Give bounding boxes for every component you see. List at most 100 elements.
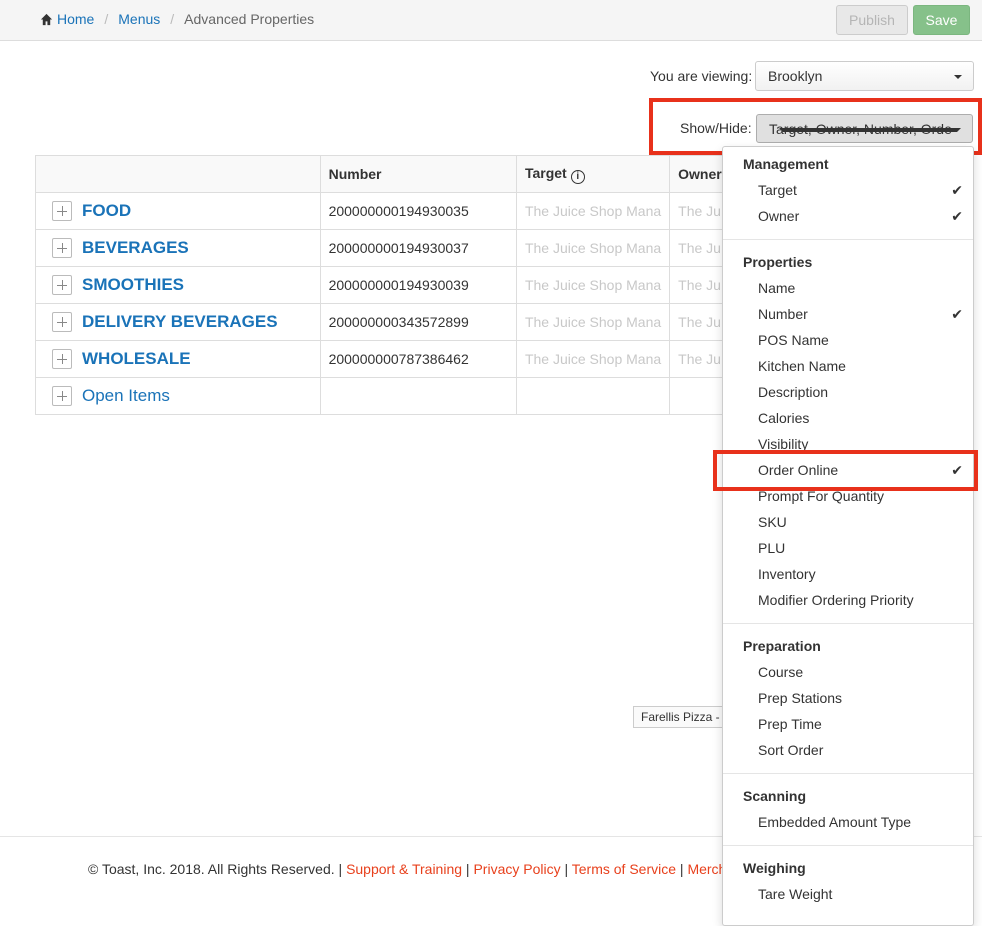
group-name-link[interactable]: WHOLESALE: [82, 349, 191, 368]
group-cell: BEVERAGES: [35, 229, 321, 267]
target-cell: The Juice Shop Mana: [515, 229, 671, 267]
group-name-link[interactable]: Open Items: [82, 386, 170, 405]
number-cell: [319, 377, 517, 415]
column-header-name: [35, 155, 321, 193]
breadcrumb-separator: /: [170, 11, 175, 27]
table-row: WHOLESALE 200000000787386462 The Juice S…: [35, 340, 735, 378]
breadcrumb: Home / Menus / Advanced Properties: [40, 11, 314, 27]
checkmark-icon: ✔: [951, 208, 963, 224]
showhide-dropdown-menu: Management Target ✔ Owner ✔ Properties Nam…: [722, 146, 974, 926]
dropdown-item-kitchen-name[interactable]: Kitchen Name: [758, 358, 963, 374]
group-name-link[interactable]: DELIVERY BEVERAGES: [82, 312, 278, 331]
number-cell: 200000000343572899: [319, 303, 517, 341]
expand-plus-icon[interactable]: [52, 349, 72, 369]
target-cell: The Juice Shop Mana: [515, 303, 671, 341]
merchant-link[interactable]: Merch: [687, 861, 726, 877]
group-cell: SMOOTHIES: [35, 266, 321, 304]
table-row: BEVERAGES 200000000194930037 The Juice S…: [35, 229, 735, 267]
footer-separator: |: [338, 861, 343, 877]
group-cell: FOOD: [35, 192, 321, 230]
checkmark-icon: ✔: [951, 306, 963, 322]
dropdown-item-owner[interactable]: Owner ✔: [758, 208, 963, 224]
dropdown-divider: [723, 773, 973, 774]
privacy-link[interactable]: Privacy Policy: [473, 861, 560, 877]
dropdown-header-properties: Properties: [743, 254, 813, 270]
order-online-highlight-box: [713, 450, 978, 491]
dropdown-item-embedded-amount[interactable]: Embedded Amount Type: [758, 814, 963, 830]
dropdown-item-inventory[interactable]: Inventory: [758, 566, 963, 582]
expand-plus-icon[interactable]: [52, 312, 72, 332]
dropdown-item-description[interactable]: Description: [758, 384, 963, 400]
footer: © Toast, Inc. 2018. All Rights Reserved.…: [88, 861, 726, 877]
dropdown-item-prep-time[interactable]: Prep Time: [758, 716, 963, 732]
viewing-label: You are viewing:: [650, 68, 753, 84]
copyright-text: © Toast, Inc. 2018. All Rights Reserved.: [88, 861, 335, 877]
target-cell: [515, 377, 671, 415]
dropdown-header-scanning: Scanning: [743, 788, 807, 804]
target-cell: The Juice Shop Mana: [515, 340, 671, 378]
dropdown-header-preparation: Preparation: [743, 638, 821, 654]
dropdown-item-course[interactable]: Course: [758, 664, 963, 680]
caret-down-icon: [779, 128, 961, 132]
publish-button[interactable]: Publish: [836, 5, 908, 35]
dropdown-item-plu[interactable]: PLU: [758, 540, 963, 556]
checkmark-icon: ✔: [951, 182, 963, 198]
footer-separator: |: [465, 861, 470, 877]
dropdown-item-number[interactable]: Number ✔: [758, 306, 963, 322]
expand-plus-icon[interactable]: [52, 201, 72, 221]
footer-separator: |: [679, 861, 684, 877]
breadcrumb-current: Advanced Properties: [184, 11, 315, 27]
table-row: SMOOTHIES 200000000194930039 The Juice S…: [35, 266, 735, 304]
menu-groups-table: Number Target i Owner FOOD 20000000019493…: [35, 155, 735, 415]
expand-plus-icon[interactable]: [52, 275, 72, 295]
dropdown-item-tare-weight[interactable]: Tare Weight: [758, 886, 963, 902]
table-row: Open Items: [35, 377, 735, 415]
showhide-dropdown-button[interactable]: Target, Owner, Number, Order Online: [756, 114, 973, 143]
group-name-link[interactable]: FOOD: [82, 201, 131, 220]
location-select[interactable]: Brooklyn: [755, 61, 974, 91]
dropdown-item-sku[interactable]: SKU: [758, 514, 963, 530]
expand-plus-icon[interactable]: [52, 386, 72, 406]
terms-link[interactable]: Terms of Service: [572, 861, 676, 877]
breadcrumb-menus[interactable]: Menus: [118, 11, 160, 27]
dropdown-item-label: Owner: [758, 208, 800, 224]
support-link[interactable]: Support & Training: [346, 861, 462, 877]
number-cell: 200000000194930039: [319, 266, 517, 304]
dropdown-item-target[interactable]: Target ✔: [758, 182, 963, 198]
dropdown-item-pos-name[interactable]: POS Name: [758, 332, 963, 348]
column-header-target[interactable]: Target i: [515, 155, 671, 193]
number-cell: 200000000194930035: [319, 192, 517, 230]
table-row: FOOD 200000000194930035 The Juice Shop M…: [35, 192, 735, 230]
info-icon[interactable]: i: [570, 169, 585, 184]
save-button[interactable]: Save: [913, 5, 970, 35]
column-header-target-label: Target: [524, 164, 567, 181]
target-cell: The Juice Shop Mana: [515, 266, 671, 304]
target-cell: The Juice Shop Mana: [515, 192, 671, 230]
dropdown-item-label: Number: [758, 306, 808, 322]
dropdown-item-prep-stations[interactable]: Prep Stations: [758, 690, 963, 706]
number-cell: 200000000787386462: [319, 340, 517, 378]
dropdown-divider: [723, 623, 973, 624]
dropdown-item-calories[interactable]: Calories: [758, 410, 963, 426]
group-name-link[interactable]: BEVERAGES: [82, 238, 189, 257]
footer-separator: |: [564, 861, 569, 877]
group-name-link[interactable]: SMOOTHIES: [82, 275, 184, 294]
table-header-row: Number Target i Owner: [35, 155, 735, 193]
dropdown-item-name[interactable]: Name: [758, 280, 963, 296]
group-cell: Open Items: [35, 377, 321, 415]
dropdown-header-weighing: Weighing: [743, 860, 806, 876]
caret-down-icon: [954, 75, 962, 79]
group-cell: WHOLESALE: [35, 340, 321, 378]
dropdown-item-label: Target: [758, 182, 797, 198]
expand-plus-icon[interactable]: [52, 238, 72, 258]
column-header-number[interactable]: Number: [319, 155, 517, 193]
location-select-value: Brooklyn: [768, 68, 823, 84]
table-row: DELIVERY BEVERAGES 200000000343572899 Th…: [35, 303, 735, 341]
showhide-label: Show/Hide:: [680, 120, 752, 136]
dropdown-item-sort-order[interactable]: Sort Order: [758, 742, 963, 758]
dropdown-header-management: Management: [743, 156, 829, 172]
breadcrumb-separator: /: [104, 11, 109, 27]
dropdown-item-modifier-priority[interactable]: Modifier Ordering Priority: [758, 592, 963, 608]
breadcrumb-home[interactable]: Home: [57, 11, 94, 27]
group-cell: DELIVERY BEVERAGES: [35, 303, 321, 341]
